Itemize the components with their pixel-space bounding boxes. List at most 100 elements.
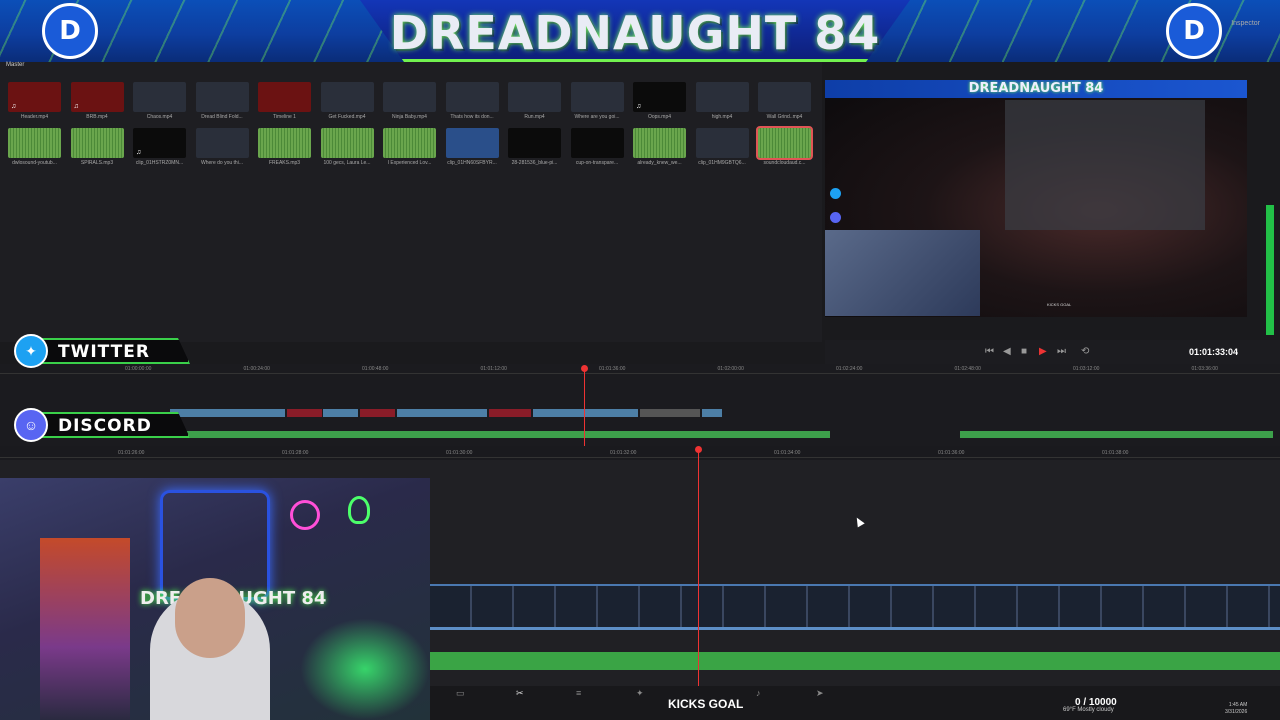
twitter-label: TWITTER — [58, 342, 150, 362]
upper-timeline[interactable]: 01:00:00:00 01:00:24:00 01:00:48:00 01:01:1… — [0, 364, 1280, 446]
clip-thumbnail — [320, 128, 374, 158]
media-clip[interactable]: Where do you thi... — [195, 128, 249, 166]
discord-badge: ☺ DISCORD — [14, 408, 190, 442]
lower-playhead-handle[interactable] — [695, 446, 702, 453]
timeline-clip[interactable] — [640, 409, 700, 417]
media-pool-title[interactable]: Master — [6, 62, 24, 68]
ruler-tick-label: 01:02:00:00 — [717, 366, 744, 372]
media-clip[interactable]: ♫ clip_01HSTRZ0MN... — [133, 128, 186, 166]
media-clip[interactable]: clip_01HN60SFBYR... — [445, 128, 499, 166]
ruler-tick-label: 01:01:28:00 — [282, 450, 309, 456]
upper-ruler[interactable]: 01:00:00:00 01:00:24:00 01:00:48:00 01:01:1… — [0, 364, 1280, 374]
media-clip[interactable]: cup-on-transpare... — [570, 128, 624, 166]
edit-page-icon[interactable]: ≡ — [576, 688, 581, 698]
twitter-bird-icon: ✦ — [14, 334, 48, 368]
media-clip[interactable]: Where are you goi... — [570, 82, 624, 120]
lower-ruler[interactable]: 01:01:26:00 01:01:28:00 01:01:30:00 01:01:3… — [0, 448, 1280, 458]
stop-button[interactable]: ■ — [1021, 346, 1027, 357]
media-clip[interactable]: already_knew_we... — [633, 128, 686, 166]
cut-page-icon[interactable]: ✂ — [516, 688, 524, 699]
fairlight-page-icon[interactable]: ♪ — [756, 688, 761, 698]
discord-logo-icon: ☺ — [14, 408, 48, 442]
timeline-clip[interactable] — [489, 409, 531, 417]
clip-name: Timeline 1 — [273, 114, 296, 120]
clip-thumbnail — [445, 82, 499, 112]
clip-name: I Experienced Lov... — [387, 160, 432, 166]
media-clip[interactable]: FREAKS.mp3 — [258, 128, 311, 166]
media-clip[interactable]: I Experienced Lov... — [383, 128, 436, 166]
media-clip[interactable]: Get Fucked.mp4 — [320, 82, 374, 120]
clip-thumbnail: ♫ — [633, 82, 686, 112]
timeline-clip[interactable] — [397, 409, 487, 417]
timeline-clip[interactable] — [360, 409, 395, 417]
clip-thumbnail — [133, 82, 186, 112]
taskbar-date: 3/31/2026 — [1225, 709, 1248, 715]
play-button[interactable]: ▶ — [1039, 346, 1047, 357]
ruler-tick-label: 01:01:26:00 — [118, 450, 145, 456]
video-track[interactable] — [430, 584, 1280, 630]
media-clip[interactable]: Thats how its don... — [445, 82, 499, 120]
clip-thumbnail — [508, 128, 561, 158]
timeline-clip[interactable] — [287, 409, 322, 417]
media-clip[interactable]: high.mp4 — [695, 82, 749, 120]
media-clip[interactable]: Chaos.mp4 — [133, 82, 186, 120]
audio-clip[interactable] — [960, 431, 1273, 438]
media-clip[interactable]: soundcloudaud.c... — [756, 126, 813, 166]
media-clip[interactable]: ♫ Oops.mp4 — [633, 82, 686, 120]
media-clip[interactable]: Dread Blind Fold... — [195, 82, 249, 120]
clip-thumbnail — [8, 128, 61, 158]
ruler-tick-label: 01:00:24:00 — [243, 366, 270, 372]
media-clip[interactable]: dwlosound-youtub... — [8, 128, 61, 166]
media-clip[interactable]: ♫ BRB.mp4 — [70, 82, 124, 120]
reverse-button[interactable]: ◀ — [1003, 346, 1011, 357]
ruler-tick-label: 01:00:48:00 — [362, 366, 389, 372]
clip-thumbnail: ♫ — [133, 128, 186, 158]
clip-thumbnail — [695, 128, 749, 158]
media-clip[interactable]: 28-281536_blue-pi... — [508, 128, 561, 166]
media-clip[interactable]: Timeline 1 — [258, 82, 311, 120]
audio-note-icon: ♫ — [636, 103, 642, 110]
skip-end-button[interactable]: ⏭ — [1057, 346, 1066, 357]
clip-name: FREAKS.mp3 — [268, 160, 301, 166]
audio-note-icon: ♫ — [73, 103, 79, 110]
clip-name: 100 gecs, Laura Le... — [323, 160, 371, 166]
media-clip[interactable]: clip_01HM9GBTQ6... — [695, 128, 749, 166]
clip-thumbnail — [70, 128, 124, 158]
timecode-display: 01:01:33:04 — [1188, 347, 1238, 357]
clip-name: already_knew_we... — [637, 160, 682, 166]
upper-playhead[interactable] — [584, 368, 585, 446]
inspector-tab[interactable]: Inspector — [1231, 20, 1260, 27]
media-page-icon[interactable]: ▭ — [456, 688, 465, 699]
media-clip[interactable]: Ninja Baby.mp4 — [383, 82, 436, 120]
media-clip[interactable]: SPIRALS.mp3 — [70, 128, 124, 166]
audio-clip[interactable] — [185, 431, 830, 438]
clip-thumbnail — [570, 128, 624, 158]
ruler-tick-label: 01:01:30:00 — [446, 450, 473, 456]
media-clip[interactable]: Run.mp4 — [508, 82, 561, 120]
timeline-clip[interactable] — [702, 409, 722, 417]
discord-label: DISCORD — [58, 416, 152, 436]
arcade-cabinet — [40, 538, 130, 720]
neon-headphones-icon — [290, 500, 320, 530]
fusion-page-icon[interactable]: ✦ — [636, 688, 644, 699]
timeline-clip[interactable] — [323, 409, 358, 417]
ruler-tick-label: 01:02:24:00 — [836, 366, 863, 372]
lower-playhead[interactable] — [698, 450, 699, 686]
deliver-page-icon[interactable]: ➤ — [816, 688, 824, 699]
clip-name: Where are you goi... — [574, 114, 620, 120]
media-clip[interactable]: 100 gecs, Laura Le... — [320, 128, 374, 166]
taskbar-clock[interactable]: 1:45 AM 3/31/2026 — [1225, 702, 1247, 716]
loop-button[interactable]: ⟲ — [1081, 346, 1089, 357]
media-clip[interactable]: Wall Grind..mp4 — [758, 82, 811, 120]
viewer-overlay-title: DREADNAUGHT 84 — [968, 81, 1104, 96]
clip-name: Thats how its don... — [450, 114, 494, 120]
clip-name: Oops.mp4 — [647, 114, 672, 120]
skip-start-button[interactable]: ⏮ — [985, 346, 994, 357]
twitter-icon — [830, 188, 841, 199]
media-clip[interactable]: ♫ Header.mp4 — [8, 82, 61, 120]
taskbar-weather[interactable]: 69°F Mostly cloudy — [1063, 707, 1114, 713]
clip-thumbnail — [383, 128, 436, 158]
timeline-clip[interactable] — [533, 409, 638, 417]
upper-playhead-handle[interactable] — [581, 365, 588, 372]
audio-track[interactable] — [430, 652, 1280, 670]
